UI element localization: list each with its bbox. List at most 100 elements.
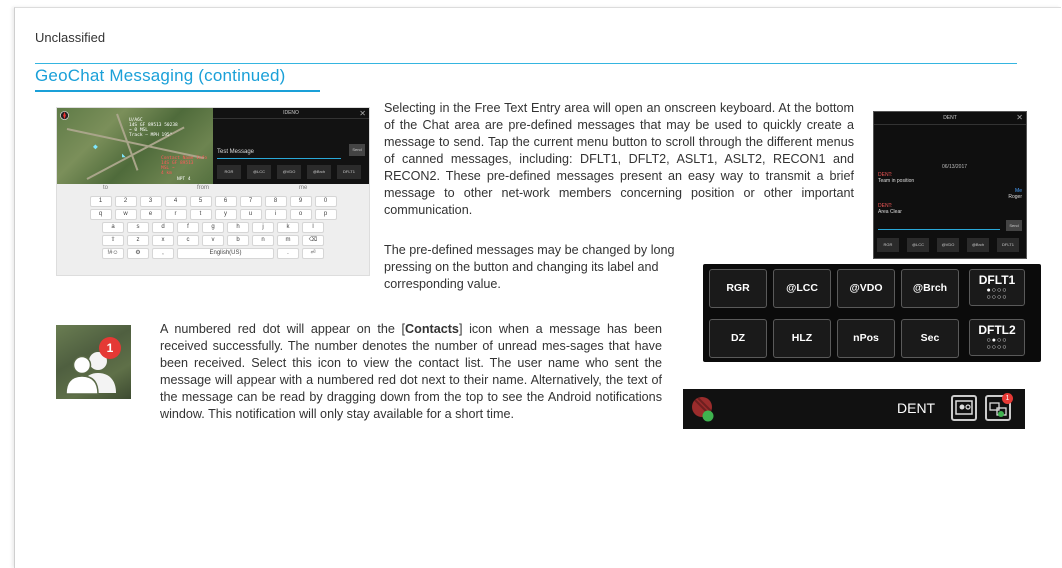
message-text: Roger xyxy=(1008,194,1022,200)
chat-header: IDENO xyxy=(213,108,369,119)
chat-date: 06/13/2017 xyxy=(942,164,968,170)
close-icon[interactable]: ✕ xyxy=(1016,113,1023,122)
key[interactable]: n xyxy=(252,235,274,246)
header-rule xyxy=(35,63,1017,64)
section-title: GeoChat Messaging (continued) xyxy=(35,66,286,85)
canned-messages-panel: RGR @LCC @VDO @Brch DFLT1 ●○○○ ○○○○ DZ H… xyxy=(703,264,1041,362)
key[interactable]: q xyxy=(89,209,112,220)
self-marker-info: U/A6C 14S GF 89513 50238 ~ 0 MSL Track —… xyxy=(129,118,178,138)
key[interactable]: a xyxy=(102,222,124,233)
send-button[interactable]: Send xyxy=(349,144,365,156)
paragraph-contacts-pre: A numbered red dot will appear on the [ xyxy=(160,322,406,336)
key[interactable]: e xyxy=(139,209,162,220)
menu-label: DFTL2 xyxy=(978,323,1016,337)
close-icon[interactable]: ✕ xyxy=(359,109,366,118)
text-entry-line[interactable] xyxy=(878,229,1000,230)
paragraph-contacts: A numbered red dot will appear on the [C… xyxy=(160,321,662,423)
connection-status-icon[interactable] xyxy=(691,395,717,423)
key[interactable]: k xyxy=(277,222,299,233)
key[interactable]: s xyxy=(127,222,149,233)
comma-key[interactable]: , xyxy=(152,248,174,259)
key[interactable]: x xyxy=(152,235,174,246)
key[interactable]: 6 xyxy=(214,196,237,207)
canned-button[interactable]: @VDO xyxy=(277,165,301,179)
key[interactable]: i xyxy=(264,209,287,220)
key[interactable]: g xyxy=(202,222,224,233)
menu-button-dftl2[interactable]: DFTL2 ○●○○ ○○○○ xyxy=(969,319,1025,356)
key[interactable]: c xyxy=(177,235,199,246)
suggestion[interactable]: me xyxy=(299,185,307,191)
canned-button[interactable]: RGR xyxy=(217,165,241,179)
key[interactable]: h xyxy=(227,222,249,233)
key[interactable]: y xyxy=(214,209,237,220)
key[interactable]: 7 xyxy=(239,196,262,207)
friendly-marker-icon[interactable]: ◆ xyxy=(93,143,98,151)
unread-count-badge: 1 xyxy=(99,337,121,359)
canned-button-dz[interactable]: DZ xyxy=(709,319,767,358)
key[interactable]: 8 xyxy=(264,196,287,207)
backspace-key[interactable]: ⌫ xyxy=(302,235,324,246)
menu-page-dots-icon: ○○○○ xyxy=(986,294,1008,301)
unit-label: NPT 4 xyxy=(177,177,191,182)
space-key[interactable]: English(US) xyxy=(177,248,274,259)
enter-key[interactable]: ⏎ xyxy=(302,248,324,259)
suggestion[interactable]: to xyxy=(103,185,108,191)
key[interactable]: 5 xyxy=(189,196,212,207)
canned-button-brch[interactable]: @Brch xyxy=(901,269,959,308)
symbols-key[interactable]: !#☺ xyxy=(102,248,124,259)
paragraph-predefined: The pre-defined messages may be changed … xyxy=(384,243,675,291)
canned-button[interactable]: @LCC xyxy=(247,165,271,179)
key[interactable]: b xyxy=(227,235,249,246)
key[interactable]: 0 xyxy=(314,196,337,207)
menu-label: DFLT1 xyxy=(978,273,1016,287)
key[interactable]: w xyxy=(114,209,137,220)
menu-button[interactable]: DFLT1 xyxy=(997,238,1019,252)
key[interactable]: o xyxy=(289,209,312,220)
key[interactable]: r xyxy=(164,209,187,220)
canned-button[interactable]: @Brch xyxy=(967,238,989,252)
menu-page-dots-icon: ○●○○ xyxy=(986,337,1008,344)
target-marker-info: Contact Name Info 14S GF 89513 MSL ~ 4 k… xyxy=(161,156,208,176)
free-text-entry[interactable]: Test Message xyxy=(217,146,341,159)
key[interactable]: v xyxy=(202,235,224,246)
key[interactable]: 4 xyxy=(164,196,187,207)
key[interactable]: l xyxy=(302,222,324,233)
key[interactable]: p xyxy=(314,209,337,220)
canned-button[interactable]: @LCC xyxy=(907,238,929,252)
send-button[interactable]: Send xyxy=(1006,220,1022,231)
contacts-icon[interactable]: 1 xyxy=(56,325,131,399)
contact-card-icon[interactable] xyxy=(951,395,977,421)
canned-button[interactable]: @Brch xyxy=(307,165,331,179)
key[interactable]: f xyxy=(177,222,199,233)
paragraph-contacts-post: ] icon when a message has been received … xyxy=(160,322,662,421)
unit-marker-icon[interactable]: ◣ xyxy=(122,153,126,159)
suggestion[interactable]: from xyxy=(197,185,209,191)
period-key[interactable]: . xyxy=(277,248,299,259)
key[interactable]: d xyxy=(152,222,174,233)
canned-button-npos[interactable]: nPos xyxy=(837,319,895,358)
canned-button-hlz[interactable]: HLZ xyxy=(773,319,831,358)
menu-button[interactable]: DFLT1 xyxy=(337,165,361,179)
key[interactable]: j xyxy=(252,222,274,233)
key[interactable]: m xyxy=(277,235,299,246)
chat-screenshot: DENT ✕ 06/13/2017 DENT: Team in position… xyxy=(873,111,1027,259)
message-text: Team in position xyxy=(878,178,915,184)
canned-button-lcc[interactable]: @LCC xyxy=(773,269,831,308)
paragraph-contacts-bold: Contacts xyxy=(405,322,459,336)
key[interactable]: 9 xyxy=(289,196,312,207)
canned-button[interactable]: RGR xyxy=(877,238,899,252)
canned-button[interactable]: @VDO xyxy=(937,238,959,252)
key[interactable]: 2 xyxy=(114,196,137,207)
canned-button-rgr[interactable]: RGR xyxy=(709,269,767,308)
canned-button-vdo[interactable]: @VDO xyxy=(837,269,895,308)
compass-icon[interactable] xyxy=(60,111,69,120)
key[interactable]: u xyxy=(239,209,262,220)
settings-key[interactable]: ⚙ xyxy=(127,248,149,259)
key[interactable]: 3 xyxy=(139,196,162,207)
key[interactable]: t xyxy=(189,209,212,220)
key[interactable]: z xyxy=(127,235,149,246)
canned-button-sec[interactable]: Sec xyxy=(901,319,959,358)
key[interactable]: 1 xyxy=(89,196,112,207)
shift-key[interactable]: ⇧ xyxy=(102,235,124,246)
menu-button-dflt1[interactable]: DFLT1 ●○○○ ○○○○ xyxy=(969,269,1025,306)
